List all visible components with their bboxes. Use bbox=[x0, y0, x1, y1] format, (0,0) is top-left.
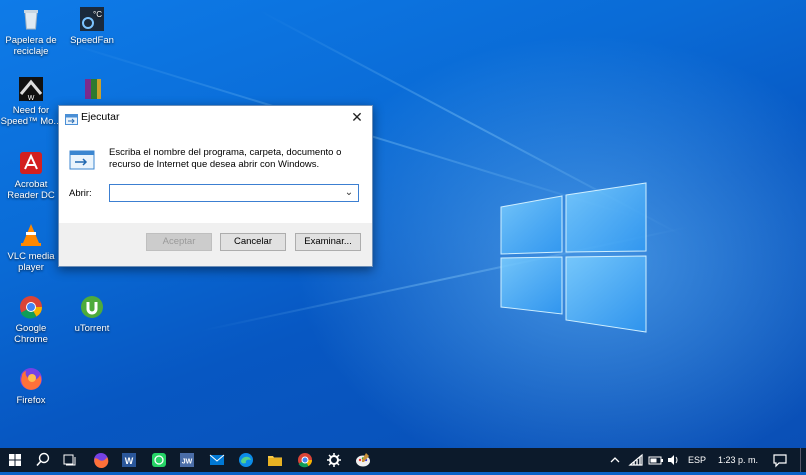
dialog-body: Escriba el nombre del programa, carpeta,… bbox=[59, 130, 372, 223]
svg-text:W: W bbox=[28, 95, 35, 102]
notification-icon[interactable] bbox=[772, 452, 788, 468]
show-desktop-button[interactable] bbox=[800, 448, 806, 472]
folder-icon bbox=[268, 456, 282, 466]
jw-library-icon: JW bbox=[180, 453, 194, 467]
input-language[interactable]: ESP bbox=[688, 455, 706, 465]
desktop-icon-winrar-archive[interactable] bbox=[61, 76, 123, 105]
recycle-bin-icon bbox=[18, 6, 44, 32]
open-input[interactable] bbox=[110, 185, 346, 201]
winrar-archive-icon bbox=[79, 76, 105, 102]
windows-start-icon bbox=[9, 454, 21, 466]
task-view-button[interactable] bbox=[58, 450, 80, 470]
desktop-icon-utorrent[interactable]: uTorrent bbox=[61, 294, 123, 334]
desktop-icon-acrobat-reader[interactable]: Acrobat Reader DC bbox=[0, 150, 62, 201]
volume-icon[interactable] bbox=[666, 453, 680, 467]
dialog-footer: Aceptar Cancelar Examinar... bbox=[59, 223, 372, 266]
desktop-icon-recycle-bin[interactable]: Papelera de reciclaje bbox=[0, 6, 62, 57]
svg-text:JW: JW bbox=[182, 459, 193, 466]
search-icon bbox=[36, 452, 50, 467]
dialog-title-bar[interactable]: Ejecutar ✕ bbox=[59, 106, 372, 130]
search-button[interactable] bbox=[32, 450, 54, 470]
acrobat-reader-icon bbox=[18, 150, 44, 176]
clock[interactable]: 1:23 p. m. bbox=[718, 455, 758, 465]
taskbar: W JW ESP 1:23 p. m. bbox=[0, 448, 806, 472]
open-label: Abrir: bbox=[69, 188, 92, 199]
taskbar-edge[interactable] bbox=[235, 450, 257, 470]
desktop-icon-vlc[interactable]: VLC media player bbox=[0, 222, 62, 273]
desktop-icon-speedfan[interactable]: °C SpeedFan bbox=[61, 6, 123, 46]
mail-icon bbox=[209, 454, 225, 465]
chevron-up-icon[interactable] bbox=[608, 453, 622, 467]
taskbar-chrome[interactable] bbox=[294, 450, 316, 470]
run-dialog: Ejecutar ✕ Escriba el nombre del program… bbox=[58, 105, 373, 267]
whatsapp-icon bbox=[152, 453, 166, 467]
vlc-cone-icon bbox=[18, 222, 44, 248]
start-button[interactable] bbox=[4, 450, 26, 470]
run-app-icon bbox=[65, 112, 78, 125]
browse-button[interactable]: Examinar... bbox=[295, 233, 361, 251]
cancel-button[interactable]: Cancelar bbox=[220, 233, 286, 251]
svg-text:W: W bbox=[125, 456, 134, 466]
taskbar-settings[interactable] bbox=[323, 450, 345, 470]
battery-icon[interactable] bbox=[648, 453, 664, 467]
taskbar-whatsapp[interactable] bbox=[148, 450, 170, 470]
close-button[interactable]: ✕ bbox=[342, 106, 372, 130]
svg-text:°C: °C bbox=[93, 10, 102, 19]
task-view-icon bbox=[63, 454, 76, 466]
edge-icon bbox=[239, 453, 253, 467]
network-icon[interactable] bbox=[628, 453, 644, 467]
paint-icon bbox=[356, 453, 370, 467]
firefox-icon bbox=[94, 453, 109, 469]
taskbar-word[interactable]: W bbox=[118, 450, 140, 470]
need-for-speed-icon: W bbox=[18, 76, 44, 102]
desktop-icon-need-for-speed[interactable]: W Need for Speed™ Mo... bbox=[0, 76, 62, 127]
dialog-title: Ejecutar bbox=[81, 111, 120, 123]
taskbar-paint[interactable] bbox=[352, 450, 374, 470]
taskbar-mail[interactable] bbox=[206, 450, 228, 470]
taskbar-file-explorer[interactable] bbox=[264, 450, 286, 470]
word-icon: W bbox=[122, 453, 136, 467]
open-combobox[interactable]: ⌄ bbox=[109, 184, 359, 202]
desktop-icon-google-chrome[interactable]: Google Chrome bbox=[0, 294, 62, 345]
run-program-icon bbox=[69, 150, 95, 170]
chrome-icon bbox=[298, 453, 312, 468]
utorrent-icon bbox=[79, 294, 105, 320]
chevron-down-icon[interactable]: ⌄ bbox=[342, 185, 356, 201]
speedfan-icon: °C bbox=[79, 6, 105, 32]
desktop: Papelera de reciclaje °C SpeedFan W Need… bbox=[0, 0, 806, 448]
chrome-icon bbox=[18, 294, 44, 320]
dialog-description: Escriba el nombre del programa, carpeta,… bbox=[109, 147, 342, 170]
taskbar-jw-library[interactable]: JW bbox=[176, 450, 198, 470]
desktop-icon-firefox[interactable]: Firefox bbox=[0, 366, 62, 406]
accept-button[interactable]: Aceptar bbox=[146, 233, 212, 251]
gear-icon bbox=[327, 453, 341, 467]
firefox-icon bbox=[18, 366, 44, 392]
taskbar-firefox[interactable] bbox=[90, 450, 112, 470]
